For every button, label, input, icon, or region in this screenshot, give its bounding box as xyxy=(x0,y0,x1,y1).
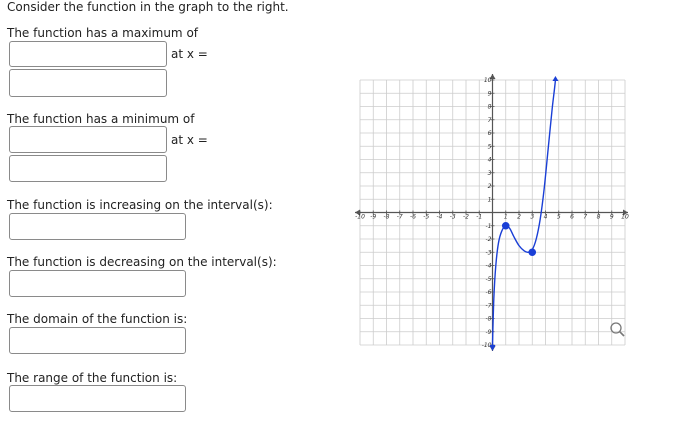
y-tick-label: -9 xyxy=(486,329,492,336)
domain-input[interactable] xyxy=(9,327,186,354)
x-tick-label: -9 xyxy=(370,214,376,221)
y-tick-label: -2 xyxy=(486,236,492,243)
x-tick-label: 10 xyxy=(621,214,629,221)
range-input[interactable] xyxy=(9,385,186,412)
y-tick-label: 9 xyxy=(488,90,492,97)
x-tick-label: -3 xyxy=(450,214,456,221)
increasing-input[interactable] xyxy=(9,213,186,240)
x-tick-label: 5 xyxy=(557,214,561,221)
x-tick-label: -5 xyxy=(423,214,429,221)
y-tick-label: -8 xyxy=(486,316,492,323)
x-tick-label: -1 xyxy=(476,214,482,221)
y-tick-label: -1 xyxy=(486,223,492,230)
y-tick-label: 8 xyxy=(488,104,492,111)
y-tick-label: 5 xyxy=(488,143,492,150)
y-tick-label: -6 xyxy=(486,289,492,296)
domain-label: The domain of the function is: xyxy=(7,312,188,326)
curve-arrow-up-icon xyxy=(552,76,559,81)
x-tick-label: -2 xyxy=(463,214,469,221)
x-tick-label: -7 xyxy=(397,214,403,221)
y-tick-label: -4 xyxy=(486,263,492,270)
x-tick-label: -10 xyxy=(355,214,365,221)
min-value-input[interactable] xyxy=(9,126,167,153)
min-label: The function has a minimum of xyxy=(7,112,195,126)
y-tick-label: 6 xyxy=(488,130,492,137)
x-tick-label: 4 xyxy=(544,214,548,221)
y-tick-label: -3 xyxy=(486,249,492,256)
magnifier-icon[interactable] xyxy=(610,322,625,337)
y-tick-label: 3 xyxy=(488,170,492,177)
local-min-point xyxy=(528,248,537,257)
x-tick-label: -8 xyxy=(384,214,390,221)
max-label: The function has a maximum of xyxy=(7,26,199,40)
y-tick-label: 1 xyxy=(488,196,492,203)
x-tick-label: 9 xyxy=(610,214,614,221)
max-x-input[interactable] xyxy=(9,69,167,97)
y-tick-label: 4 xyxy=(488,157,492,164)
function-curve xyxy=(491,78,557,346)
decreasing-input[interactable] xyxy=(9,270,186,297)
question-prompt: Consider the function in the graph to th… xyxy=(7,0,289,14)
increasing-label: The function is increasing on the interv… xyxy=(7,198,273,212)
y-tick-label: 10 xyxy=(484,77,492,84)
max-value-input[interactable] xyxy=(9,41,167,67)
x-tick-label: 1 xyxy=(504,214,508,221)
x-tick-label: 8 xyxy=(597,214,601,221)
min-x-input[interactable] xyxy=(9,155,167,182)
y-tick-label: -5 xyxy=(486,276,492,283)
decreasing-label: The function is decreasing on the interv… xyxy=(7,255,277,269)
x-tick-label: 7 xyxy=(583,214,587,221)
y-tick-label: -7 xyxy=(486,302,492,309)
range-label: The range of the function is: xyxy=(7,371,178,385)
x-tick-label: 6 xyxy=(570,214,574,221)
local-max-point xyxy=(501,221,510,230)
x-tick-label: 3 xyxy=(530,214,534,221)
min-at-x-label: at x = xyxy=(171,133,208,147)
x-tick-label: 2 xyxy=(517,214,521,221)
x-tick-label: -4 xyxy=(437,214,443,221)
max-at-x-label: at x = xyxy=(171,47,208,61)
y-tick-label: 7 xyxy=(488,117,492,124)
y-tick-label: 2 xyxy=(488,183,492,190)
function-graph[interactable]: -10 -9 -8 -7 -6 -5 -4 -3 -2 -1 1 2 3 4 5 6 7 8 9 10-10-9-8-… xyxy=(340,70,630,352)
x-tick-label: -6 xyxy=(410,214,416,221)
